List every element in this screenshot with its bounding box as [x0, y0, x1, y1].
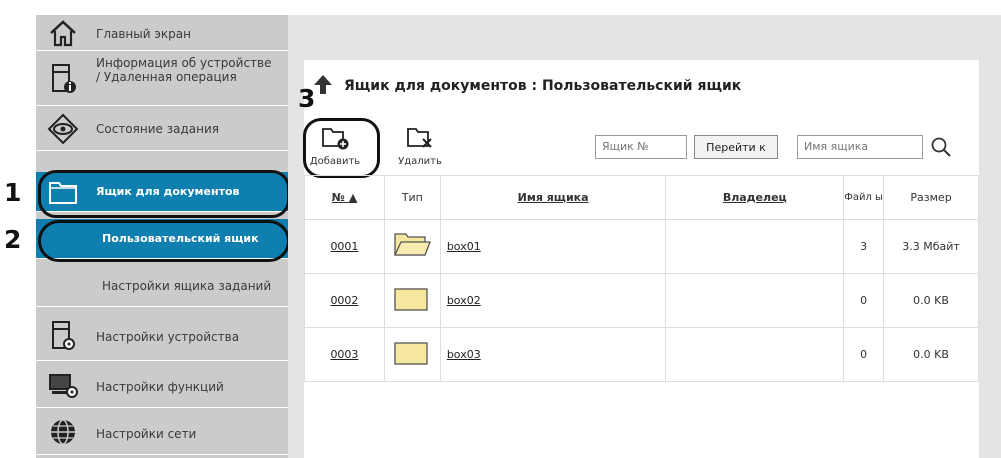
- column-header-size: Размер: [883, 175, 979, 220]
- box-number-link[interactable]: 0002: [330, 294, 358, 307]
- sidebar: Главный экран Информация об устройстве /…: [36, 15, 288, 458]
- size-cell: 3.3 Мбайт: [883, 219, 979, 274]
- box-table: № ▲ Тип Имя ящика Владелец Файл ы Размер…: [304, 175, 979, 382]
- column-header-name[interactable]: Имя ящика: [439, 175, 667, 220]
- open-folder-icon: [393, 233, 432, 262]
- page-title: Ящик для документов : Пользовательский я…: [344, 78, 742, 94]
- go-to-button[interactable]: Перейти к: [694, 135, 778, 159]
- size-cell: 0.0 KB: [883, 327, 979, 382]
- device-info-icon: [46, 62, 80, 96]
- size-cell: 0.0 KB: [883, 273, 979, 328]
- sidebar-item-label: Информация об устройстве / Удаленная опе…: [96, 56, 272, 84]
- column-header-type: Тип: [383, 175, 441, 220]
- folder-icon: [393, 342, 431, 370]
- table-row[interactable]: 0002 box02 0 0.0 KB: [304, 273, 979, 328]
- delete-button-label: Удалить: [398, 155, 442, 167]
- table-row[interactable]: 0003 box03 0 0.0 KB: [304, 327, 979, 382]
- table-row[interactable]: 0001 box01 3 3.3 Мбайт: [304, 219, 979, 274]
- eye-icon: [46, 112, 80, 146]
- box-number-input[interactable]: Ящик №: [595, 135, 687, 159]
- sidebar-item-function-settings[interactable]: Настройки функций: [36, 362, 288, 408]
- box-number-link[interactable]: 0001: [330, 240, 358, 253]
- box-name-input[interactable]: Имя ящика: [797, 135, 923, 159]
- sidebar-item-label: Главный экран: [96, 27, 191, 41]
- home-icon: [46, 16, 80, 50]
- owner-cell: [665, 327, 845, 382]
- sidebar-item-device-info[interactable]: Информация об устройстве / Удаленная опе…: [36, 52, 288, 106]
- sidebar-item-label: Состояние задания: [96, 122, 219, 136]
- add-button-label: Добавить: [309, 155, 361, 167]
- owner-cell: [665, 273, 845, 328]
- sidebar-item-label: Ящик для документов: [96, 185, 240, 198]
- column-header-number[interactable]: № ▲: [304, 175, 385, 220]
- search-icon[interactable]: [930, 136, 952, 162]
- table-header-row: № ▲ Тип Имя ящика Владелец Файл ы Размер: [304, 175, 979, 220]
- sidebar-item-user-box[interactable]: Пользовательский ящик: [36, 219, 288, 259]
- page: Главный экран Информация об устройстве /…: [0, 0, 1001, 458]
- folder-icon: [393, 288, 431, 316]
- sidebar-item-network-settings[interactable]: Настройки сети: [36, 409, 288, 455]
- files-cell: 0: [843, 273, 885, 328]
- sidebar-item-device-settings[interactable]: Настройки устройства: [36, 315, 288, 361]
- sidebar-item-home[interactable]: Главный экран: [36, 15, 288, 51]
- box-number-link[interactable]: 0003: [330, 348, 358, 361]
- folder-icon: [46, 175, 80, 209]
- delete-folder-icon: [406, 126, 434, 154]
- box-name-link[interactable]: box01: [447, 240, 481, 253]
- add-button[interactable]: Добавить: [310, 120, 360, 172]
- device-settings-icon: [46, 319, 80, 353]
- function-settings-icon: [46, 368, 80, 402]
- owner-cell: [665, 219, 845, 274]
- sidebar-item-job-status[interactable]: Состояние задания: [36, 107, 288, 151]
- sidebar-item-label: Настройки функций: [96, 380, 224, 394]
- page-header: Ящик для документов : Пользовательский я…: [312, 74, 741, 98]
- column-header-owner[interactable]: Владелец: [665, 175, 845, 220]
- sidebar-item-label: Пользовательский ящик: [102, 232, 259, 245]
- sidebar-item-document-box[interactable]: Ящик для документов: [36, 172, 288, 212]
- callout-number-2: 2: [4, 225, 22, 254]
- callout-number-1: 1: [4, 178, 22, 207]
- delete-button[interactable]: Удалить: [392, 120, 448, 172]
- column-header-files: Файл ы: [843, 175, 885, 220]
- add-folder-icon: [321, 126, 349, 154]
- files-cell: 0: [843, 327, 885, 382]
- box-name-link[interactable]: box02: [447, 294, 481, 307]
- globe-icon: [46, 415, 80, 449]
- sidebar-item-label: Настройки ящика заданий: [102, 279, 272, 293]
- sidebar-item-label: Настройки устройства: [96, 330, 240, 344]
- files-cell: 3: [843, 219, 885, 274]
- sidebar-item-label: Настройки сети: [96, 427, 197, 441]
- sidebar-item-job-box-settings[interactable]: Настройки ящика заданий: [36, 265, 288, 307]
- box-name-link[interactable]: box03: [447, 348, 481, 361]
- callout-number-3: 3: [298, 84, 316, 113]
- sort-asc-icon: ▲: [348, 191, 358, 204]
